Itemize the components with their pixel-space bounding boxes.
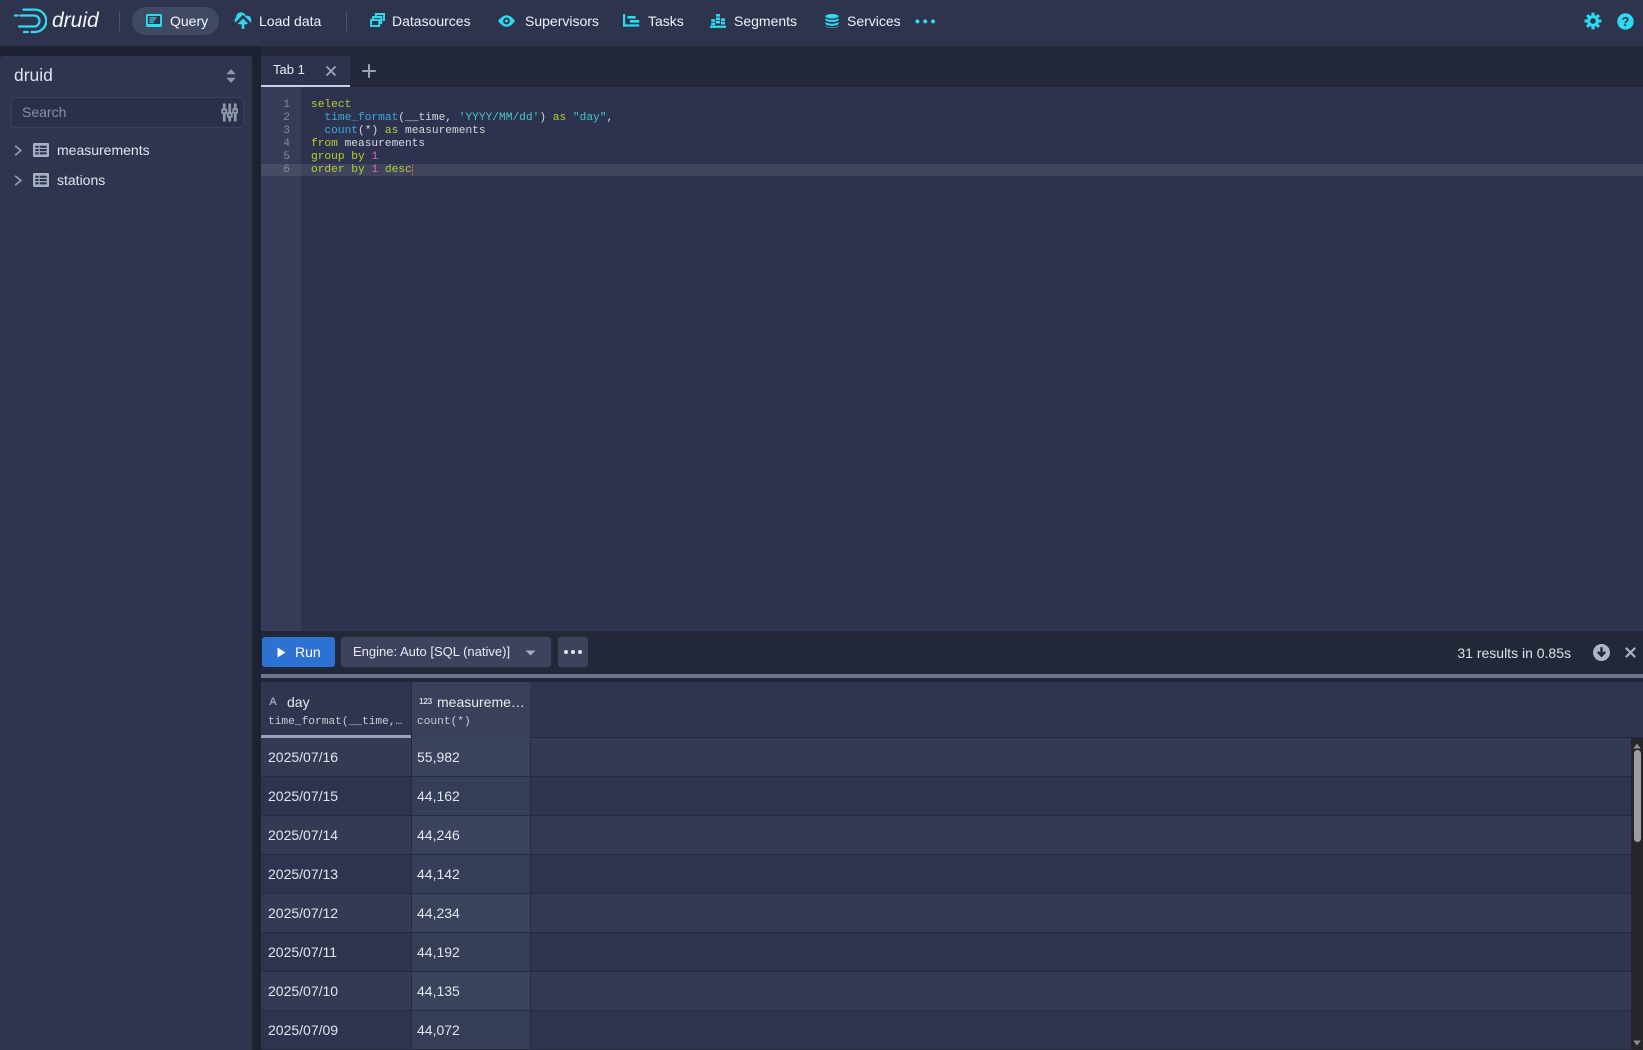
svg-text:?: ? xyxy=(1622,15,1630,29)
